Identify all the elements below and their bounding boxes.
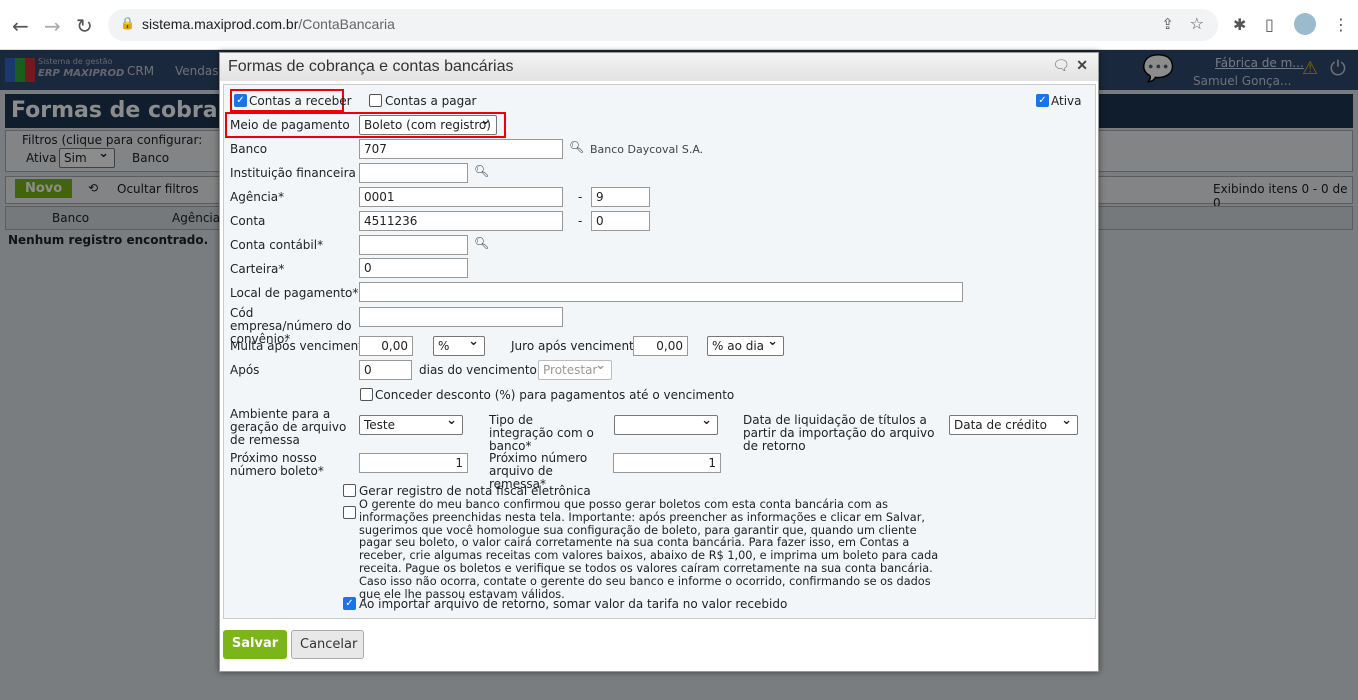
- local-pagamento-input[interactable]: [359, 282, 963, 302]
- lock-icon: 🔒: [120, 16, 135, 30]
- banco-name: Banco Daycoval S.A.: [590, 143, 704, 156]
- banco-input[interactable]: 707: [359, 139, 563, 159]
- extensions-icon[interactable]: ✱: [1233, 15, 1246, 34]
- reload-icon[interactable]: ↻: [76, 14, 93, 38]
- contas-receber-label: Contas a receber: [249, 94, 352, 108]
- desconto-checkbox[interactable]: [360, 388, 373, 401]
- browser-toolbar: ← → ↻ 🔒 sistema.maxiprod.com.br/ContaBan…: [0, 0, 1358, 50]
- tarifa-checkbox[interactable]: ✓: [343, 597, 356, 610]
- contas-pagar-label: Contas a pagar: [385, 94, 477, 108]
- close-icon[interactable]: ✕: [1076, 57, 1088, 74]
- url-path: /ContaBancaria: [298, 16, 395, 32]
- data-liquidacao-select[interactable]: Data de crédito: [949, 413, 1078, 435]
- apos-label: Após: [230, 363, 260, 377]
- ativa-checkbox[interactable]: ✓: [1036, 94, 1049, 107]
- multa-label: Multa após vencimento: [230, 339, 371, 353]
- conta-contabil-label: Conta contábil*: [230, 238, 324, 252]
- search-icon[interactable]: 🔍︎: [474, 236, 489, 250]
- carteira-input[interactable]: 0: [359, 258, 468, 278]
- multa-input[interactable]: 0,00: [359, 336, 413, 356]
- more-icon[interactable]: ⋮: [1333, 15, 1349, 34]
- profile-avatar[interactable]: [1294, 13, 1316, 35]
- tarifa-label: Ao importar arquivo de retorno, somar va…: [359, 597, 788, 611]
- contas-receber-checkbox[interactable]: ✓: [234, 94, 247, 107]
- back-icon[interactable]: ←: [12, 14, 29, 38]
- juro-label: Juro após vencimento: [511, 339, 642, 353]
- data-liquidacao-label: Data de liquidação de títulos a partir d…: [743, 413, 935, 453]
- instituicao-input[interactable]: [359, 163, 468, 183]
- conta-input[interactable]: 4511236: [359, 211, 563, 231]
- meio-pagamento-select[interactable]: Boleto (com registro): [359, 113, 497, 135]
- conta-dv-input[interactable]: 0: [591, 211, 650, 231]
- star-icon[interactable]: ☆: [1190, 14, 1204, 33]
- agencia-label: Agência*: [230, 190, 285, 204]
- comment-icon[interactable]: 🗨: [1052, 57, 1070, 74]
- meio-pagamento-label: Meio de pagamento: [230, 118, 350, 132]
- tipo-integracao-select[interactable]: [614, 413, 718, 435]
- ambiente-select[interactable]: Teste: [359, 413, 463, 435]
- multa-unit-select[interactable]: %: [433, 334, 485, 356]
- save-button[interactable]: Salvar: [223, 630, 287, 659]
- share-icon[interactable]: ⇪: [1161, 15, 1174, 33]
- proximo-boleto-label: Próximo nosso número boleto*: [230, 451, 324, 478]
- tipo-integracao-label: Tipo de integração com o banco*: [489, 413, 594, 453]
- proximo-boleto-input[interactable]: 1: [359, 453, 468, 473]
- dash: -: [578, 190, 583, 204]
- sidebar-icon[interactable]: ▯: [1265, 15, 1274, 34]
- ambiente-label: Ambiente para a geração de arquivo de re…: [230, 407, 347, 447]
- ativa-label: Ativa: [1051, 94, 1082, 108]
- dialog-title: Formas de cobrança e contas bancárias: [228, 58, 514, 75]
- url-domain: sistema.maxiprod.com.br: [142, 16, 299, 32]
- desconto-label: Conceder desconto (%) para pagamentos at…: [375, 388, 735, 402]
- instituicao-label: Instituição financeira: [230, 166, 356, 180]
- carteira-label: Carteira*: [230, 262, 285, 276]
- nfe-label: Gerar registro de nota fiscal eletrônica: [359, 484, 591, 498]
- gerente-checkbox[interactable]: [343, 506, 356, 519]
- apos-action-select[interactable]: Protestar: [538, 358, 612, 380]
- conta-label: Conta: [230, 214, 266, 228]
- apos-input[interactable]: 0: [359, 360, 412, 380]
- local-pagamento-label: Local de pagamento*: [230, 286, 359, 300]
- cod-empresa-input[interactable]: [359, 307, 563, 327]
- juro-input[interactable]: 0,00: [633, 336, 688, 356]
- search-icon[interactable]: 🔍︎: [474, 164, 489, 178]
- agencia-dv-input[interactable]: 9: [591, 187, 650, 207]
- contas-pagar-checkbox[interactable]: [369, 94, 382, 107]
- nfe-checkbox[interactable]: [343, 484, 356, 497]
- dash: -: [578, 214, 583, 228]
- conta-contabil-input[interactable]: [359, 235, 468, 255]
- apos-suffix: dias do vencimento: [419, 363, 537, 377]
- search-icon[interactable]: 🔍︎: [569, 140, 584, 154]
- banco-label: Banco: [230, 142, 268, 156]
- bank-account-dialog: Formas de cobrança e contas bancárias 🗨 …: [219, 52, 1099, 672]
- proximo-remessa-input[interactable]: 1: [613, 453, 721, 473]
- gerente-label: O gerente do meu banco confirmou que pos…: [359, 498, 939, 601]
- address-bar[interactable]: 🔒 sistema.maxiprod.com.br/ContaBancaria …: [108, 9, 1218, 41]
- juro-unit-select[interactable]: % ao dia: [707, 334, 784, 356]
- dialog-titlebar: Formas de cobrança e contas bancárias 🗨 …: [220, 53, 1098, 81]
- agencia-input[interactable]: 0001: [359, 187, 563, 207]
- forward-icon[interactable]: →: [44, 14, 61, 38]
- cancel-button[interactable]: Cancelar: [291, 630, 364, 659]
